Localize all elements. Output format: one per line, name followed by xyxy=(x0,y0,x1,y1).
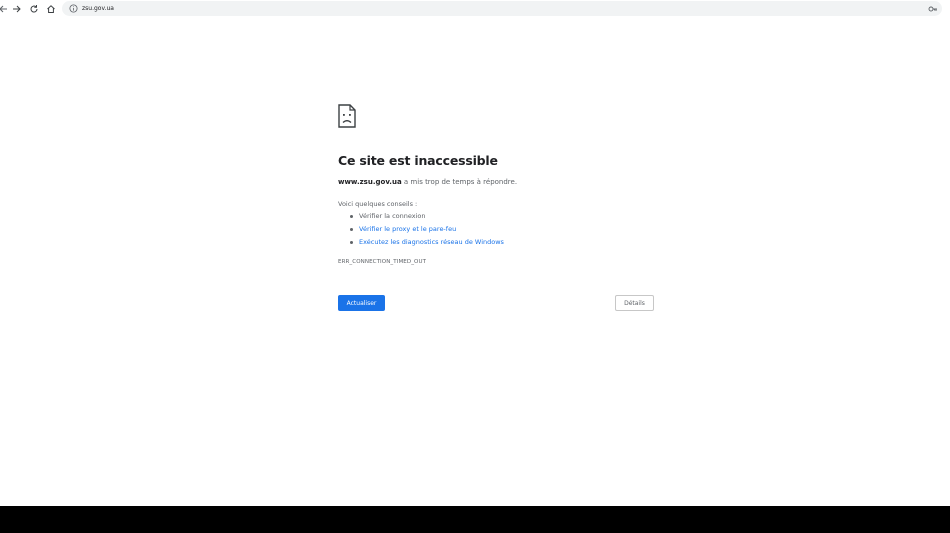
reload-button[interactable]: Actualiser xyxy=(338,295,385,311)
details-button[interactable]: Détails xyxy=(615,295,654,311)
error-code: ERR_CONNECTION_TIMED_OUT xyxy=(338,259,427,265)
suggestions-list: Vérifier la connexion Vérifier le proxy … xyxy=(338,210,504,249)
error-title: Ce site est inaccessible xyxy=(338,153,498,168)
error-host: www.zsu.gov.ua xyxy=(338,178,402,186)
suggestions-heading: Voici quelques conseils : xyxy=(338,200,418,208)
address-bar[interactable] xyxy=(62,1,942,16)
suggestion-check-proxy-link[interactable]: Vérifier le proxy et le pare-feu xyxy=(338,223,504,236)
error-summary: www.zsu.gov.ua a mis trop de temps à rép… xyxy=(338,178,517,186)
browser-viewport: Ce site est inaccessible www.zsu.gov.ua … xyxy=(0,0,950,506)
url-input[interactable] xyxy=(82,1,882,16)
arrow-back-icon[interactable] xyxy=(0,1,10,17)
error-summary-text: a mis trop de temps à répondre. xyxy=(401,178,518,186)
reload-icon[interactable] xyxy=(27,1,41,17)
arrow-forward-icon[interactable] xyxy=(10,1,24,17)
suggestion-check-connection: Vérifier la connexion xyxy=(338,210,504,223)
home-icon[interactable] xyxy=(44,1,58,17)
key-icon[interactable] xyxy=(928,4,938,13)
sad-page-icon xyxy=(338,104,356,128)
browser-toolbar xyxy=(0,0,950,18)
site-info-icon[interactable] xyxy=(68,3,79,14)
suggestion-run-diagnostics-link[interactable]: Exécutez les diagnostics réseau de Windo… xyxy=(338,236,504,249)
